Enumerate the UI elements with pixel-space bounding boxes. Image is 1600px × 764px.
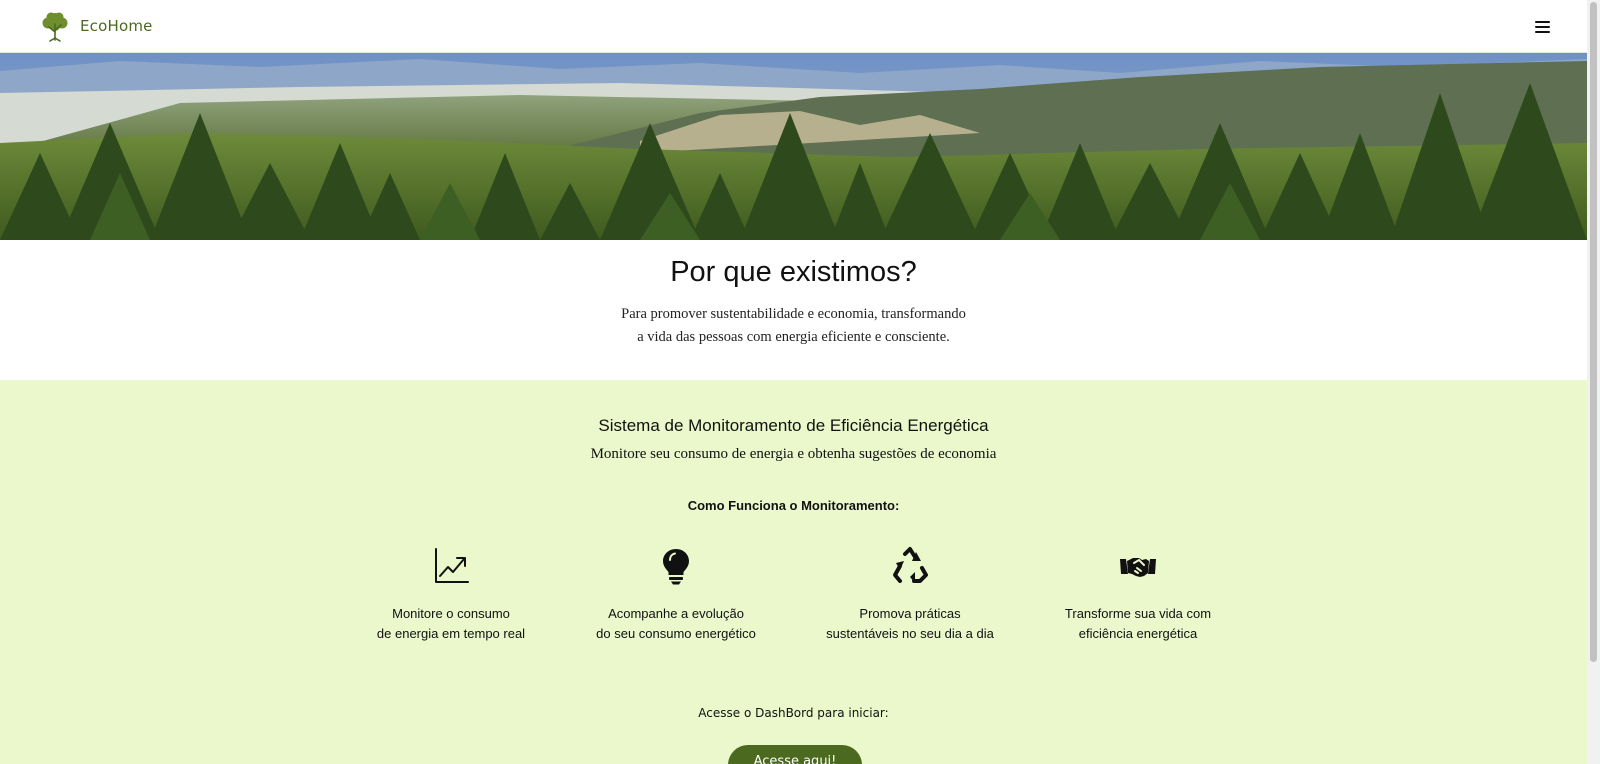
dashboard-cta-label: Acesse o DashBord para iniciar: <box>698 706 889 720</box>
feature-evolution: Acompanhe a evolução do seu consumo ener… <box>561 546 791 644</box>
feature-text-line1: Promova práticas <box>859 606 961 621</box>
top-navbar: EcoHome <box>0 0 1587 53</box>
page-scrollbar[interactable] <box>1587 0 1600 764</box>
why-title: Por que existimos? <box>670 256 917 288</box>
trending-up-icon <box>435 548 469 583</box>
tree-icon[interactable] <box>38 10 72 44</box>
brand-name[interactable]: EcoHome <box>80 17 153 35</box>
lightbulb-icon <box>663 549 689 585</box>
hero-landscape-image <box>0 53 1587 240</box>
page: EcoHome Por que existimos? Para promover… <box>0 0 1587 764</box>
feature-text-line1: Monitore o consumo <box>392 606 510 621</box>
feature-transform: Transforme sua vida com eficiência energ… <box>1023 546 1253 644</box>
why-section: Por que existimos? Para promover sustent… <box>0 240 1587 380</box>
feature-text-line2: do seu consumo energético <box>596 626 756 641</box>
feature-text-line2: eficiência energética <box>1078 626 1198 641</box>
hamburger-menu-icon[interactable] <box>1532 18 1554 36</box>
why-text-line1: Para promover sustentabilidade e economi… <box>621 306 966 322</box>
feature-text-line2: de energia em tempo real <box>376 626 526 641</box>
recycle-icon <box>893 547 928 583</box>
access-dashboard-button[interactable]: Acesse aqui! <box>728 745 862 764</box>
how-it-works-title: Como Funciona o Monitoramento: <box>687 498 900 513</box>
why-text-line2: a vida das pessoas com energia eficiente… <box>637 329 950 345</box>
feature-sustainable: Promova práticas sustentáveis no seu dia… <box>795 546 1025 644</box>
monitoring-section: Sistema de Monitoramento de Eficiência E… <box>0 380 1587 764</box>
scrollbar-thumb[interactable] <box>1590 2 1597 662</box>
feature-text-line1: Acompanhe a evolução <box>608 606 744 621</box>
monitoring-title: Sistema de Monitoramento de Eficiência E… <box>598 416 989 435</box>
monitoring-subtitle: Monitore seu consumo de energia e obtenh… <box>590 446 997 462</box>
handshake-icon <box>1120 558 1156 577</box>
feature-monitor: Monitore o consumo de energia em tempo r… <box>336 546 566 644</box>
feature-text-line1: Transforme sua vida com <box>1064 606 1212 621</box>
feature-text-line2: sustentáveis no seu dia a dia <box>826 626 994 641</box>
